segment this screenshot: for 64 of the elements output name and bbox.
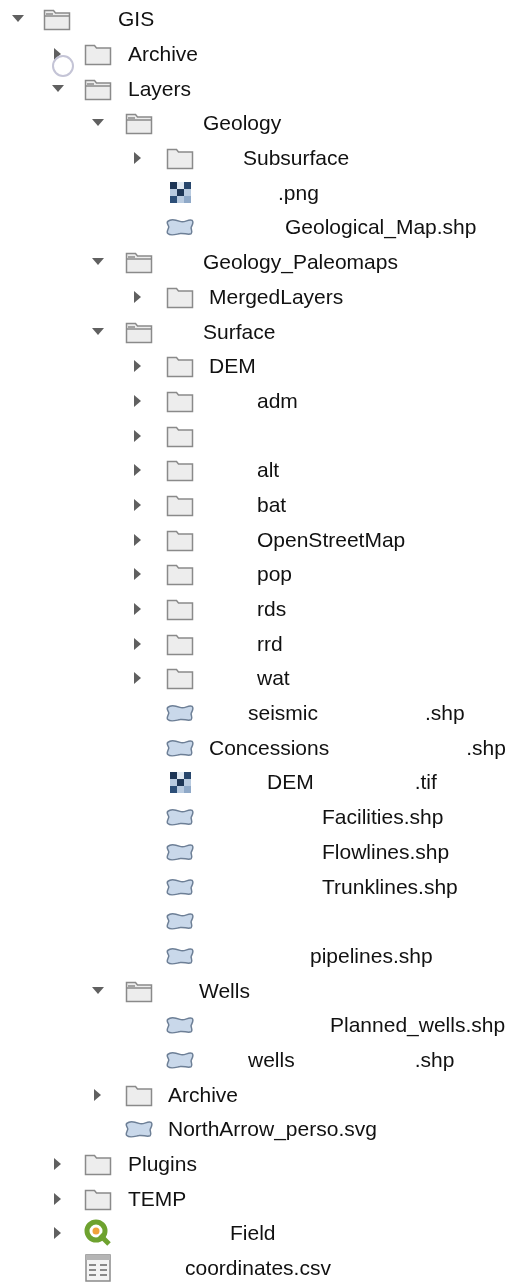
file-extension: .shp — [466, 734, 506, 761]
tree-item-label[interactable]: wells — [248, 1046, 295, 1073]
folder-icon — [84, 42, 112, 67]
tree-item-label[interactable]: Flowlines.shp — [322, 838, 450, 865]
tree-item-label[interactable]: rds — [257, 596, 287, 623]
tree-item-label[interactable]: pop — [257, 561, 293, 588]
polygon-layer-icon — [165, 876, 195, 897]
tree-item-label[interactable]: rrd — [257, 630, 283, 657]
tree-item-label[interactable]: Geology — [203, 110, 282, 137]
folder-icon — [166, 666, 194, 691]
polygon-layer-icon — [165, 945, 195, 966]
tree-item-label[interactable]: Trunklines.shp — [322, 873, 458, 900]
tree-item-label[interactable]: Layers — [128, 75, 192, 102]
polygon-layer-icon — [165, 841, 195, 862]
tree-item-label[interactable]: GIS — [118, 6, 155, 33]
folder-icon — [166, 146, 194, 171]
folder-icon — [84, 1152, 112, 1177]
raster-icon — [169, 182, 191, 204]
tree-item-label[interactable]: Surface — [203, 318, 276, 345]
tree-item-label[interactable]: seismic — [248, 700, 318, 727]
folder-icon — [166, 354, 194, 379]
tree-item-label[interactable]: pipelines.shp — [310, 942, 433, 969]
tree-item-label[interactable]: NorthArrow_perso.svg — [168, 1116, 377, 1143]
tree-item-label[interactable]: adm — [257, 387, 298, 414]
tree-item-label[interactable]: wat — [257, 665, 290, 692]
polygon-layer-icon — [165, 1049, 195, 1070]
tree-item-label[interactable]: Plugins — [128, 1151, 197, 1178]
file-extension: .tif — [414, 769, 437, 796]
polygon-layer-icon — [124, 1119, 154, 1140]
tree-item-label[interactable]: Geological_Map.shp — [285, 214, 477, 241]
tree-item-label[interactable]: OpenStreetMap — [257, 526, 406, 553]
tree-item-label[interactable]: alt — [257, 457, 280, 484]
tree-item-label[interactable]: DEM — [267, 769, 314, 796]
folder-icon — [43, 7, 71, 32]
polygon-layer-icon — [165, 1015, 195, 1036]
polygon-layer-icon — [165, 217, 195, 238]
tree-item-label[interactable]: TEMP — [128, 1185, 187, 1212]
polygon-layer-icon — [165, 737, 195, 758]
tree-item-label[interactable]: Archive — [168, 1081, 239, 1108]
folder-icon — [125, 250, 153, 275]
tree-item-label[interactable]: Field — [230, 1220, 276, 1247]
tree-item-label[interactable]: Geology_Paleomaps — [203, 249, 398, 276]
tree-item-label[interactable]: Concessions — [209, 734, 330, 761]
tree-item-label[interactable]: DEM — [209, 353, 256, 380]
polygon-layer-icon — [165, 807, 195, 828]
raster-icon — [169, 771, 191, 793]
folder-icon — [125, 111, 153, 136]
tree-item-label[interactable]: Wells — [199, 977, 250, 1004]
file-extension: .shp — [414, 1046, 455, 1073]
polygon-layer-icon — [165, 703, 195, 724]
file-extension: .shp — [425, 700, 465, 727]
tree-item-label[interactable]: Facilities.shp — [322, 804, 444, 831]
tree-item-label[interactable]: bat — [257, 491, 287, 518]
polygon-layer-icon — [165, 911, 195, 932]
tree-item-label[interactable]: .png — [278, 179, 319, 206]
tree-item-label[interactable]: Subsurface — [243, 145, 350, 172]
tree-item-label[interactable]: coordinates.csv — [185, 1255, 331, 1282]
folder-icon — [166, 562, 194, 587]
tree-item-label[interactable]: Planned_wells.shp — [330, 1012, 506, 1039]
table-file-icon — [85, 1254, 111, 1283]
tree-item-label[interactable]: Archive — [128, 41, 199, 68]
tree-item-label[interactable]: MergedLayers — [209, 283, 344, 310]
folder-icon — [166, 597, 194, 622]
folder-icon — [166, 458, 194, 483]
